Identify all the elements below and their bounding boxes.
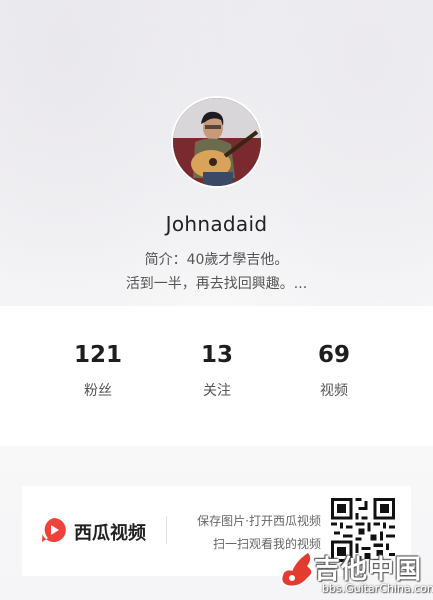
xigua-logo-icon [42,518,66,542]
stat-followers-value: 121 [73,342,122,368]
stat-videos[interactable]: 69 视频 [274,342,394,400]
watermark-url: bbs.GuitarChina.com [322,582,433,595]
stat-videos-label: 视频 [320,383,348,399]
username: Johnadaid [165,212,268,236]
stat-followers-label: 粉丝 [84,383,112,399]
stat-following[interactable]: 13 关注 [157,342,277,400]
avatar-photo [173,98,261,186]
stat-videos-value: 69 [317,342,350,368]
guitarchina-logo-icon [280,551,313,588]
stat-following-value: 13 [200,342,233,368]
stat-following-label: 关注 [203,383,231,399]
watermark-title: 吉他中国 [314,555,423,585]
footer-divider [166,516,167,544]
bio-line-2[interactable]: 活到一半，再去找回興趣。... [0,273,433,293]
bio-line-1: 简介：40歲才學吉他。 [144,252,289,268]
watermark: 吉他中国 bbs.GuitarChina.com [278,546,433,600]
avatar[interactable] [171,96,263,188]
stats-panel: 121 粉丝 13 关注 69 视频 [0,306,433,446]
stat-followers[interactable]: 121 粉丝 [38,342,158,400]
promo-line-1: 保存图片·打开西瓜视频 [197,514,321,528]
xigua-app-name: 西瓜视频 [74,523,146,544]
